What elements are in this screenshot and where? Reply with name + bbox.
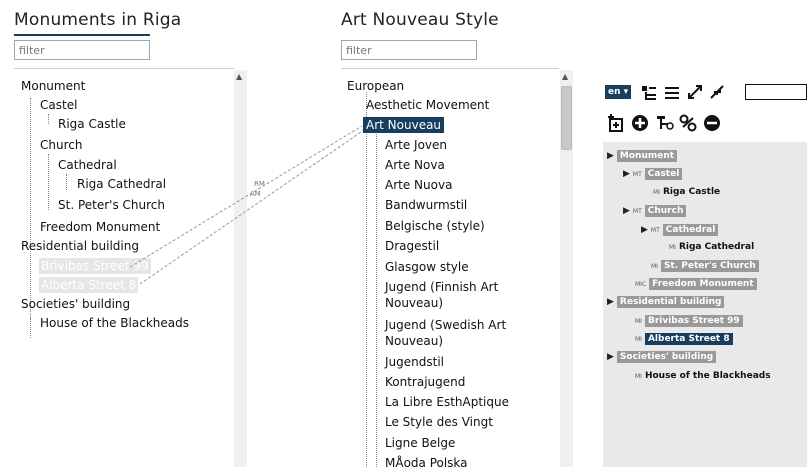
- node-label: Residential building: [616, 296, 725, 308]
- tree-item-moda-polska[interactable]: MÅoda Polska: [385, 456, 468, 470]
- tree-item-jugendstil[interactable]: Jugendstil: [385, 355, 444, 369]
- scrollbar-thumb[interactable]: [561, 86, 572, 150]
- tree-item-arte-nova[interactable]: Arte Nova: [385, 158, 445, 172]
- right-node-st-peters-church[interactable]: MI St. Peter's Church: [651, 260, 759, 272]
- node-badge: MI: [635, 335, 642, 343]
- node-label: Monument: [616, 150, 678, 162]
- tree-item-aesthetic-movement[interactable]: Aesthetic Movement: [366, 98, 489, 112]
- node-label: Brivibas Street 99: [644, 315, 743, 327]
- link-icon[interactable]: [679, 114, 697, 132]
- link-label: RM: [254, 180, 265, 188]
- node-badge: MI: [635, 317, 642, 325]
- tree-item-jugend-swedish-cont[interactable]: Nouveau): [385, 334, 443, 348]
- language-select[interactable]: en ▾: [605, 85, 632, 99]
- hierarchy-icon[interactable]: [656, 114, 674, 132]
- node-label: Riga Cathedral: [678, 242, 755, 252]
- right-node-monument[interactable]: ▶ Monument: [607, 150, 678, 162]
- node-label: House of the Blackheads: [644, 371, 771, 381]
- right-node-freedom-monument[interactable]: MIC Freedom Monument: [635, 278, 757, 290]
- tree-item-jugend-finnish[interactable]: Jugend (Finnish Art: [385, 280, 498, 294]
- mapping-link: [129, 125, 363, 268]
- right-node-residential-building[interactable]: ▶ Residential building: [607, 296, 725, 308]
- link-label: AM: [250, 190, 261, 198]
- center-tree: European Aesthetic Movement Art Nouveau …: [340, 70, 560, 470]
- tree-item-art-nouveau[interactable]: Art Nouveau: [363, 117, 445, 133]
- node-badge: MT: [632, 207, 642, 215]
- tree-item-dragestil[interactable]: Dragestil: [385, 239, 439, 253]
- tree-item-european[interactable]: European: [347, 79, 404, 93]
- tree-item-arte-nuova[interactable]: Arte Nuova: [385, 178, 452, 192]
- center-filter-input[interactable]: [341, 40, 477, 60]
- right-node-riga-cathedral[interactable]: MI Riga Cathedral: [669, 242, 754, 252]
- expand-arrow-icon[interactable]: ▶: [607, 297, 614, 307]
- collapse-icon[interactable]: [709, 84, 725, 100]
- tree-item-belgische[interactable]: Belgische (style): [385, 219, 485, 233]
- expand-arrow-icon[interactable]: ▶: [607, 352, 614, 362]
- right-node-house-of-blackheads[interactable]: MI House of the Blackheads: [635, 371, 771, 381]
- node-label: Societies' building: [616, 351, 717, 363]
- center-scrollbar[interactable]: ▲: [560, 70, 573, 467]
- list-view-icon[interactable]: [664, 85, 680, 101]
- remove-circle-icon[interactable]: [703, 114, 721, 132]
- node-label: Cathedral: [662, 224, 719, 236]
- tree-item-jugend-finnish-cont[interactable]: Nouveau): [385, 296, 443, 310]
- center-panel-title: Art Nouveau Style: [341, 10, 499, 30]
- tree-view-icon[interactable]: [641, 85, 657, 101]
- right-node-cathedral[interactable]: ▶ MT Cathedral: [641, 224, 719, 236]
- right-tree-panel: ▶ Monument ▶ MT Castel MI Riga Castle ▶ …: [603, 142, 807, 467]
- right-node-brivibas-street[interactable]: MI Brivibas Street 99: [635, 315, 743, 327]
- tree-item-la-libre[interactable]: La Libre EsthAptique: [385, 395, 509, 409]
- node-badge: MI: [651, 262, 658, 270]
- mapping-link: [139, 129, 365, 285]
- node-badge: MIC: [635, 280, 647, 288]
- node-badge: MT: [632, 170, 642, 178]
- node-label: Castel: [644, 168, 683, 180]
- right-search-input[interactable]: [745, 84, 807, 100]
- right-node-church[interactable]: ▶ MT Church: [623, 205, 687, 217]
- add-child-icon[interactable]: [607, 114, 625, 132]
- add-circle-icon[interactable]: [631, 114, 649, 132]
- right-node-alberta-street[interactable]: MI Alberta Street 8: [635, 333, 733, 345]
- node-badge: MI: [653, 188, 660, 196]
- tree-item-bandwurmstil[interactable]: Bandwurmstil: [385, 198, 467, 212]
- right-node-riga-castle[interactable]: MI Riga Castle: [653, 187, 720, 197]
- node-label: Riga Castle: [662, 187, 721, 197]
- tree-item-le-style-des-vingt[interactable]: Le Style des Vingt: [385, 415, 493, 429]
- tree-item-kontrajugend[interactable]: Kontrajugend: [385, 375, 465, 389]
- tree-item-arte-joven[interactable]: Arte Joven: [385, 138, 447, 152]
- tree-guide: [366, 92, 367, 467]
- tree-item-jugend-swedish[interactable]: Jugend (Swedish Art: [385, 318, 506, 332]
- node-label: St. Peter's Church: [660, 260, 759, 272]
- expand-arrow-icon[interactable]: ▶: [641, 225, 648, 235]
- expand-arrow-icon[interactable]: ▶: [607, 151, 614, 161]
- tree-item-ligne-belge[interactable]: Ligne Belge: [385, 436, 455, 450]
- scroll-up-arrow-icon[interactable]: ▲: [562, 72, 568, 81]
- right-node-castel[interactable]: ▶ MT Castel: [623, 168, 683, 180]
- node-label: Freedom Monument: [649, 278, 757, 290]
- node-badge: MI: [669, 243, 676, 251]
- tree-item-glasgow-style[interactable]: Glasgow style: [385, 260, 469, 274]
- node-badge: MT: [650, 226, 660, 234]
- expand-arrow-icon[interactable]: ▶: [623, 169, 630, 179]
- node-badge: MI: [635, 372, 642, 380]
- center-divider: [341, 68, 559, 69]
- expand-arrow-icon[interactable]: ▶: [623, 206, 630, 216]
- node-label: Alberta Street 8: [644, 333, 733, 345]
- node-label: Church: [644, 205, 687, 217]
- tree-guide: [376, 132, 377, 467]
- right-node-societies-building[interactable]: ▶ Societies' building: [607, 351, 717, 363]
- expand-icon[interactable]: [687, 84, 703, 100]
